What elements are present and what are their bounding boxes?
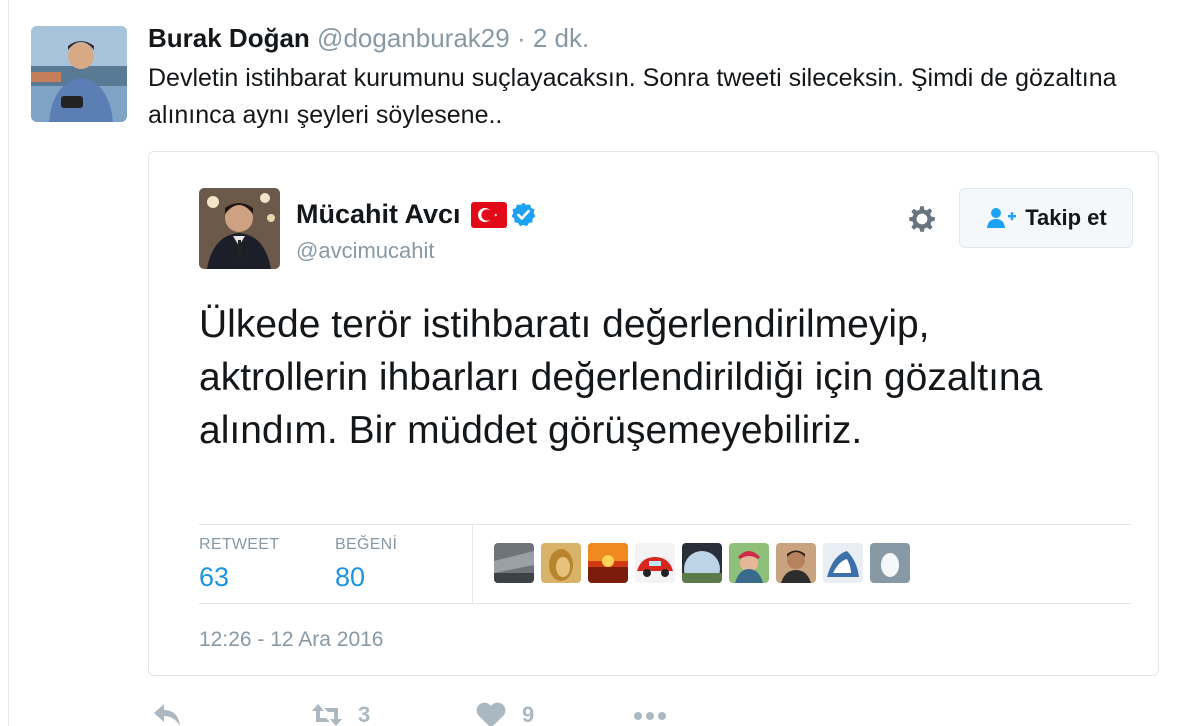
outer-timestamp[interactable]: 2 dk. xyxy=(533,23,589,53)
flag-icon xyxy=(470,201,507,228)
more-button[interactable] xyxy=(632,700,672,726)
follow-button[interactable]: Takip et xyxy=(959,188,1133,248)
liker-avatar[interactable] xyxy=(682,543,722,583)
outer-avatar[interactable] xyxy=(31,26,127,122)
reply-icon xyxy=(154,704,180,726)
page: Burak Doğan @doganburak29 · 2 dk. Devlet… xyxy=(0,0,1182,726)
outer-tweet-text: Devletin istihbarat kurumunu suçlayacaks… xyxy=(148,64,1117,129)
retweet-button[interactable]: 3 xyxy=(310,700,370,726)
quoted-author-handle[interactable]: @avcimucahit xyxy=(296,238,435,264)
outer-author-handle[interactable]: @doganburak29 xyxy=(317,23,510,53)
follow-icon xyxy=(987,208,1017,228)
header-separator: · xyxy=(516,23,526,53)
stats-divider-top xyxy=(199,524,1132,525)
liker-avatar[interactable] xyxy=(776,543,816,583)
liker-avatar[interactable] xyxy=(729,543,769,583)
retweet-stat-label: RETWEET xyxy=(199,536,280,553)
timeline-rule xyxy=(8,0,9,726)
gear-icon[interactable] xyxy=(905,202,939,236)
outer-header: Burak Doğan @doganburak29 · 2 dk. xyxy=(148,23,589,54)
liker-avatar[interactable] xyxy=(588,543,628,583)
quoted-tweet-card[interactable]: Mücahit Avcı @avcimucahit Takip et Ülked… xyxy=(148,151,1159,676)
liker-avatar[interactable] xyxy=(494,543,534,583)
liker-avatar[interactable] xyxy=(541,543,581,583)
reply-button[interactable] xyxy=(150,700,184,726)
outer-author-name[interactable]: Burak Doğan xyxy=(148,23,310,53)
quoted-author-name-row: Mücahit Avcı xyxy=(296,199,537,230)
like-button[interactable]: 9 xyxy=(474,700,534,726)
follow-button-label: Takip et xyxy=(1025,205,1107,230)
like-count: 9 xyxy=(522,702,535,726)
retweet-stat[interactable]: RETWEET 63 xyxy=(199,536,279,593)
quoted-tweet-date[interactable]: 12:26 - 12 Ara 2016 xyxy=(199,628,383,652)
heart-icon xyxy=(476,702,506,726)
liker-avatar[interactable] xyxy=(823,543,863,583)
retweet-count: 3 xyxy=(358,702,371,726)
like-stat-label: BEĞENİ xyxy=(335,536,398,553)
stats-divider-vertical xyxy=(472,525,473,603)
liker-avatar[interactable] xyxy=(635,543,675,583)
liker-avatars xyxy=(494,543,910,583)
like-stat[interactable]: BEĞENİ 80 xyxy=(335,536,397,593)
quoted-tweet-text: Ülkede terör istihbaratı değerlendirilme… xyxy=(199,303,1043,452)
liker-avatar[interactable] xyxy=(870,543,910,583)
tweet-actions: 3 9 xyxy=(0,700,1182,726)
stats-divider-bottom xyxy=(199,603,1132,604)
more-icon xyxy=(634,712,666,720)
quoted-author-name[interactable]: Mücahit Avcı xyxy=(296,199,461,230)
quoted-avatar[interactable] xyxy=(199,188,280,269)
retweet-icon xyxy=(312,704,342,726)
retweet-stat-count: 63 xyxy=(199,562,230,592)
like-stat-count: 80 xyxy=(335,562,366,592)
verified-icon xyxy=(510,201,537,228)
